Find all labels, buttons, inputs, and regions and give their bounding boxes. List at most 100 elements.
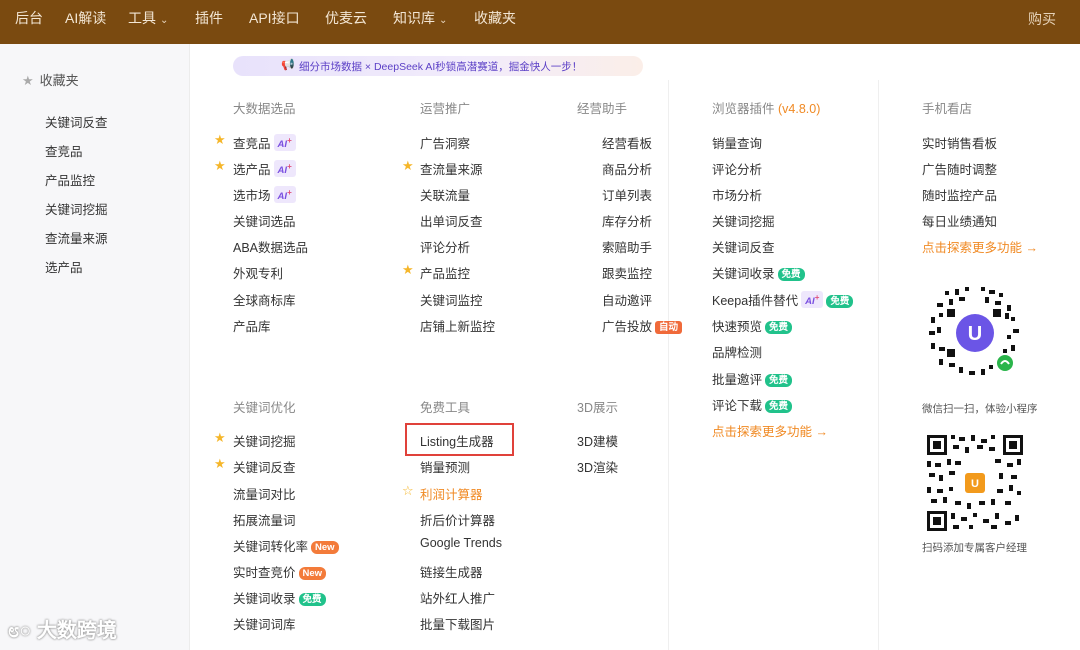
link-review-analysis[interactable]: 评论分析: [420, 237, 470, 256]
star-filled-icon: ★: [214, 158, 226, 173]
nav-backend[interactable]: 后台: [15, 8, 43, 28]
section-title-plugin: 浏览器插件 (v4.8.0): [712, 98, 820, 117]
link-influencer-promo[interactable]: 站外红人推广: [420, 588, 495, 607]
ai-badge-label: AI: [277, 139, 288, 150]
link-ad-adjust[interactable]: 广告随时调整: [922, 159, 997, 178]
link-select-product[interactable]: 选产品 AI+: [233, 159, 296, 178]
column-divider: [878, 80, 879, 650]
link-monitor-product[interactable]: 随时监控产品: [922, 185, 997, 204]
link-related-traffic[interactable]: 关联流量: [420, 185, 470, 204]
link-product-library[interactable]: 产品库: [233, 316, 271, 335]
link-3d-modeling[interactable]: 3D建模: [577, 431, 618, 450]
link-kw-expand[interactable]: 拓展流量词: [233, 510, 296, 529]
svg-text:U: U: [971, 478, 979, 490]
chevron-down-icon: ⌄: [160, 15, 169, 26]
watermark-logo: ೮○ 大数跨境: [8, 614, 117, 643]
section-title-plugin-label: 浏览器插件: [712, 102, 775, 116]
link-product-monitor[interactable]: 产品监控: [420, 263, 470, 282]
link-link-generator[interactable]: 链接生成器: [420, 562, 483, 581]
link-ad-placement[interactable]: 广告投放 自动: [602, 316, 683, 335]
link-daily-report[interactable]: 每日业绩通知: [922, 211, 997, 230]
link-design-patent[interactable]: 外观专利: [233, 263, 283, 282]
link-hijack-monitor[interactable]: 跟卖监控: [602, 263, 652, 282]
link-bulk-review-request[interactable]: 批量邀评 免费: [712, 369, 793, 388]
link-kw-conversion[interactable]: 关键词转化率 New: [233, 536, 339, 555]
link-aba-data[interactable]: ABA数据选品: [233, 237, 308, 256]
nav-ai-interpret[interactable]: AI解读: [65, 8, 106, 28]
link-keyword-product[interactable]: 关键词选品: [233, 211, 296, 230]
link-plugin-keyword-mining[interactable]: 关键词挖掘: [712, 211, 775, 230]
link-google-trends[interactable]: Google Trends: [420, 536, 502, 550]
column-divider: [668, 80, 669, 650]
sidebar-title: ★ 收藏夹: [22, 70, 79, 89]
link-label: 批量邀评: [712, 373, 763, 387]
link-kw-compare[interactable]: 流量词对比: [233, 484, 296, 503]
sparkle-icon: +: [814, 292, 820, 302]
link-review-download[interactable]: 评论下载 免费: [712, 395, 793, 414]
account-manager-qr-caption: 扫码添加专属客户经理: [922, 542, 1027, 554]
link-plugin-review-analysis[interactable]: 评论分析: [712, 159, 762, 178]
link-claim-assistant[interactable]: 索赔助手: [602, 237, 652, 256]
link-order-keyword[interactable]: 出单词反查: [420, 211, 483, 230]
link-quick-preview[interactable]: 快速预览 免费: [712, 316, 793, 335]
sidebar-title-label: 收藏夹: [39, 73, 79, 88]
free-badge: 免费: [765, 400, 793, 413]
link-ad-insight[interactable]: 广告洞察: [420, 133, 470, 152]
sidebar-item-select-product[interactable]: 选产品: [45, 257, 83, 276]
sidebar-item-product-monitor[interactable]: 产品监控: [45, 170, 95, 189]
link-kw-library[interactable]: 关键词词库: [233, 614, 296, 633]
link-inventory-analysis[interactable]: 库存分析: [602, 211, 652, 230]
link-goods-analysis[interactable]: 商品分析: [602, 159, 652, 178]
link-auto-review-request[interactable]: 自动邀评: [602, 290, 652, 309]
sidebar-item-keyword-mining[interactable]: 关键词挖掘: [45, 199, 108, 218]
link-sales-forecast[interactable]: 销量预测: [420, 457, 470, 476]
nav-api[interactable]: API接口: [249, 8, 300, 28]
link-plugin-keyword-reverse[interactable]: 关键词反查: [712, 237, 775, 256]
sidebar-item-traffic-source[interactable]: 查流量来源: [45, 228, 108, 247]
sidebar-item-keyword-reverse[interactable]: 关键词反查: [45, 112, 108, 131]
free-badge: 免费: [765, 321, 793, 334]
nav-knowledge-base[interactable]: 知识库 ⌄: [393, 8, 447, 28]
link-label: 实时查竞价: [233, 566, 296, 580]
link-brand-check[interactable]: 品牌检测: [712, 342, 762, 361]
plugin-explore-more-link[interactable]: 点击探索更多功能 →: [712, 421, 828, 440]
link-kw-bid[interactable]: 实时查竞价 New: [233, 562, 327, 581]
link-realtime-sales[interactable]: 实时销售看板: [922, 133, 997, 152]
link-label: 查竞品: [233, 137, 271, 151]
megaphone-icon: 📢: [281, 59, 295, 71]
link-select-market[interactable]: 选市场 AI+: [233, 185, 296, 204]
nav-favorites[interactable]: 收藏夹: [474, 8, 516, 28]
nav-youmai-cloud[interactable]: 优麦云: [325, 8, 367, 28]
nav-tools[interactable]: 工具 ⌄: [128, 8, 168, 28]
link-bulk-image-download[interactable]: 批量下载图片: [420, 614, 495, 633]
section-title-mobile: 手机看店: [922, 102, 973, 116]
link-order-list[interactable]: 订单列表: [602, 185, 652, 204]
plugin-version: (v4.8.0): [778, 102, 821, 116]
link-profit-calculator[interactable]: 利润计算器: [420, 484, 483, 503]
link-keepa-alternative[interactable]: Keepa插件替代 AI+ 免费: [712, 290, 854, 309]
link-discount-calculator[interactable]: 折后价计算器: [420, 510, 495, 529]
link-trademark[interactable]: 全球商标库: [233, 290, 296, 309]
link-keyword-monitor[interactable]: 关键词监控: [420, 290, 483, 309]
link-sales-query[interactable]: 销量查询: [712, 133, 762, 152]
link-traffic-source[interactable]: 查流量来源: [420, 159, 483, 178]
sparkle-icon: +: [287, 135, 292, 145]
link-kw-reverse[interactable]: 关键词反查: [233, 457, 296, 476]
link-label: 选产品: [233, 163, 271, 177]
buy-link[interactable]: 购买: [1028, 9, 1056, 29]
nav-plugins[interactable]: 插件: [195, 8, 223, 28]
link-kw-mining[interactable]: 关键词挖掘: [233, 431, 296, 450]
promo-banner[interactable]: 📢 细分市场数据 × DeepSeek AI秒锁高潜赛道，掘金快人一步！: [233, 56, 643, 76]
star-filled-icon: ★: [214, 456, 226, 471]
link-3d-rendering[interactable]: 3D渲染: [577, 457, 618, 476]
sparkle-icon: +: [287, 187, 292, 197]
link-kw-index[interactable]: 关键词收录 免费: [233, 588, 326, 607]
link-competitor[interactable]: 查竞品 AI+: [233, 133, 296, 152]
link-plugin-keyword-index[interactable]: 关键词收录 免费: [712, 263, 805, 282]
link-store-new-monitor[interactable]: 店铺上新监控: [420, 316, 495, 335]
link-dashboard[interactable]: 经营看板: [602, 133, 652, 152]
mobile-explore-more-link[interactable]: 点击探索更多功能 →: [922, 237, 1038, 256]
link-market-analysis[interactable]: 市场分析: [712, 185, 762, 204]
sidebar-item-competitor[interactable]: 查竞品: [45, 141, 83, 160]
link-listing-generator[interactable]: Listing生成器: [420, 431, 494, 450]
